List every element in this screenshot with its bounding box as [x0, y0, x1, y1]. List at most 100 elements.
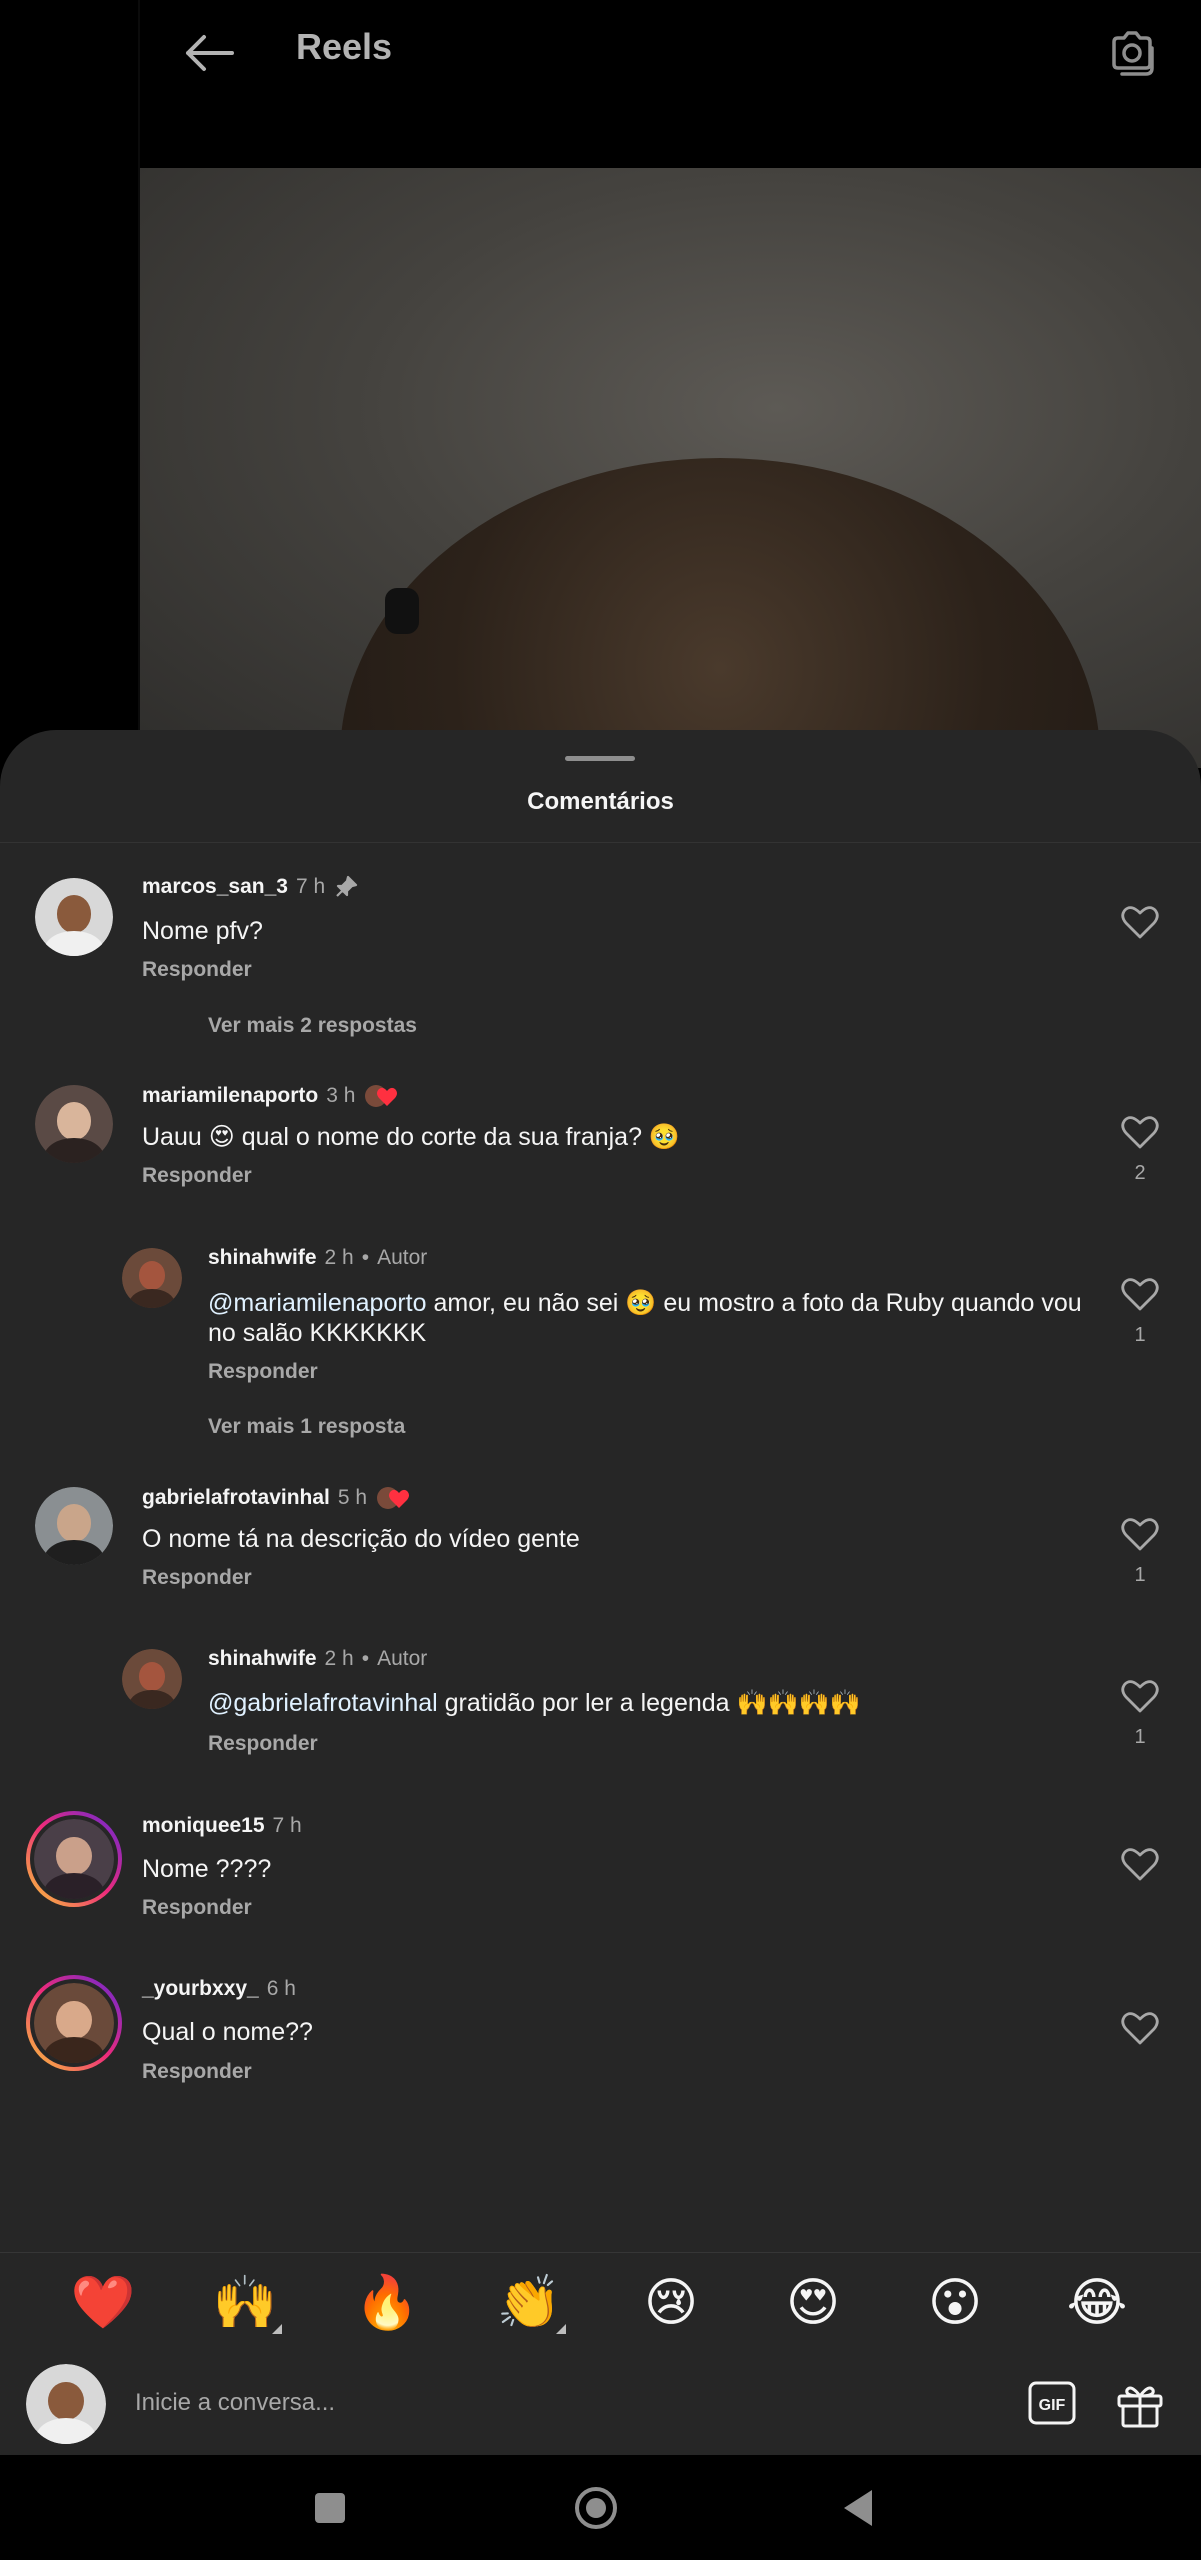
comment-time: 2 h	[324, 1246, 354, 1269]
separator-dot: •	[361, 1647, 370, 1670]
comment-meta: moniquee15 7 h	[142, 1814, 302, 1838]
comment-meta: shinahwife 2 h • Autor	[208, 1246, 427, 1270]
reply-button[interactable]: Responder	[142, 1164, 252, 1188]
story-ring[interactable]	[26, 1975, 122, 2071]
emoji-surprised[interactable]: 😮	[920, 2268, 990, 2338]
author-label: Autor	[377, 1647, 428, 1670]
reply-button[interactable]: Responder	[208, 1360, 318, 1384]
avatar[interactable]	[35, 1085, 113, 1163]
emoji-fire[interactable]: 🔥	[352, 2268, 422, 2338]
comment-time: 2 h	[324, 1647, 354, 1670]
gift-icon	[1117, 2386, 1163, 2428]
comment-meta: marcos_san_3 7 h	[142, 874, 359, 900]
like-count: 1	[1134, 1564, 1146, 1586]
drag-handle[interactable]	[565, 756, 635, 761]
emoji-raised-hands[interactable]: 🙌	[210, 2268, 282, 2338]
like-button[interactable]	[1118, 1110, 1162, 1154]
heart-outline-icon	[1121, 1116, 1159, 1149]
camera-icon	[1112, 31, 1154, 76]
triangle-back-icon	[844, 2490, 872, 2526]
video-hair	[340, 458, 1100, 768]
my-avatar	[26, 2364, 106, 2444]
emoji-laughing[interactable]: 😂	[1062, 2268, 1132, 2338]
reply-button[interactable]: Responder	[208, 1732, 318, 1756]
creator-liked-heart-icon	[375, 1484, 415, 1512]
emoji-clap[interactable]: 👏	[494, 2268, 566, 2338]
app: Reels Comentários marcos_san_3 7 h Nome …	[0, 0, 1201, 2560]
comments-title: Comentários	[527, 788, 674, 815]
comments-sheet: Comentários marcos_san_3 7 h Nome pfv? R…	[0, 730, 1201, 2455]
like-button[interactable]	[1118, 1842, 1162, 1886]
svg-text:GIF: GIF	[1039, 2397, 1066, 2414]
comment-text: Uauu 😍 qual o nome do corte da sua franj…	[142, 1123, 681, 1151]
comment-meta: _yourbxxy_ 6 h	[142, 1977, 296, 2001]
like-count: 1	[1134, 1324, 1146, 1346]
mention-link[interactable]: @mariamilenaporto	[208, 1289, 427, 1317]
pin-icon	[333, 874, 359, 900]
comment-time: 7 h	[295, 875, 326, 898]
heart-outline-icon	[1121, 1278, 1159, 1311]
like-button[interactable]	[1118, 1674, 1162, 1718]
reply-button[interactable]: Responder	[142, 958, 252, 982]
top-bar: Reels	[0, 0, 1201, 168]
view-more-replies[interactable]: Ver mais 1 resposta	[208, 1415, 405, 1439]
comment-time: 3 h	[326, 1084, 356, 1107]
heart-outline-icon	[1121, 2012, 1159, 2045]
author-label: Autor	[377, 1246, 428, 1269]
comment-composer: GIF	[0, 2350, 1201, 2455]
gif-button[interactable]: GIF	[1027, 2378, 1077, 2428]
comment-text: @gabrielafrotavinhal gratidão por ler a …	[208, 1688, 1088, 1718]
comment-username[interactable]: mariamilenaporto	[142, 1084, 318, 1108]
like-button[interactable]	[1118, 900, 1162, 944]
reel-video[interactable]	[140, 168, 1201, 768]
reply-button[interactable]: Responder	[142, 1566, 252, 1590]
mention-link[interactable]: @gabrielafrotavinhal	[208, 1689, 438, 1717]
gift-button[interactable]	[1113, 2378, 1167, 2432]
like-count: 2	[1134, 1162, 1146, 1184]
reply-button[interactable]: Responder	[142, 2060, 252, 2084]
separator-dot: •	[361, 1246, 370, 1269]
divider	[0, 2252, 1201, 2253]
camera-button[interactable]	[1100, 20, 1164, 84]
avatar	[34, 1983, 114, 2063]
emoji-heart[interactable]: ❤️	[68, 2268, 138, 2338]
like-button[interactable]	[1118, 1272, 1162, 1316]
avatar[interactable]	[35, 1487, 113, 1565]
comment-text: Nome ????	[142, 1855, 272, 1883]
avatar[interactable]	[35, 878, 113, 956]
back-arrow-icon	[186, 35, 234, 71]
avatar[interactable]	[122, 1649, 182, 1709]
view-more-replies[interactable]: Ver mais 2 respostas	[208, 1014, 417, 1038]
like-button[interactable]	[1118, 2006, 1162, 2050]
comment-username[interactable]: marcos_san_3	[142, 875, 288, 899]
emoji-bar: ❤️ 🙌 🔥 👏 😢 😍 😮 😂	[0, 2268, 1201, 2338]
recents-button[interactable]	[302, 2480, 358, 2536]
avatar[interactable]	[122, 1248, 182, 1308]
comment-time: 5 h	[337, 1486, 368, 1509]
heart-outline-icon	[1121, 906, 1159, 939]
comment-username[interactable]: gabrielafrotavinhal	[142, 1486, 330, 1510]
back-nav-button[interactable]	[830, 2480, 886, 2536]
emoji-crying[interactable]: 😢	[636, 2268, 706, 2338]
comment-username[interactable]: shinahwife	[208, 1246, 317, 1270]
story-ring[interactable]	[26, 1811, 122, 1907]
home-circle-icon	[575, 2487, 617, 2529]
comment-text: @mariamilenaporto amor, eu não sei 🥹 eu …	[208, 1288, 1088, 1348]
comment-time: 7 h	[272, 1814, 302, 1837]
comment-username[interactable]: _yourbxxy_	[142, 1977, 259, 2001]
like-button[interactable]	[1118, 1512, 1162, 1556]
back-button[interactable]	[168, 18, 248, 88]
comment-input[interactable]	[135, 2378, 935, 2428]
comment-username[interactable]: moniquee15	[142, 1814, 265, 1838]
system-nav-bar	[0, 2456, 1201, 2560]
comment-username[interactable]: shinahwife	[208, 1647, 317, 1671]
comment-meta: mariamilenaporto 3 h	[142, 1082, 403, 1110]
gif-icon: GIF	[1028, 2381, 1076, 2425]
comment-meta: shinahwife 2 h • Autor	[208, 1647, 427, 1671]
comment-text: Nome pfv?	[142, 917, 263, 945]
emoji-heart-eyes[interactable]: 😍	[778, 2268, 848, 2338]
skin-tone-indicator	[556, 2324, 566, 2334]
home-button[interactable]	[568, 2480, 624, 2536]
page-title: Reels	[296, 26, 393, 67]
reply-button[interactable]: Responder	[142, 1896, 252, 1920]
